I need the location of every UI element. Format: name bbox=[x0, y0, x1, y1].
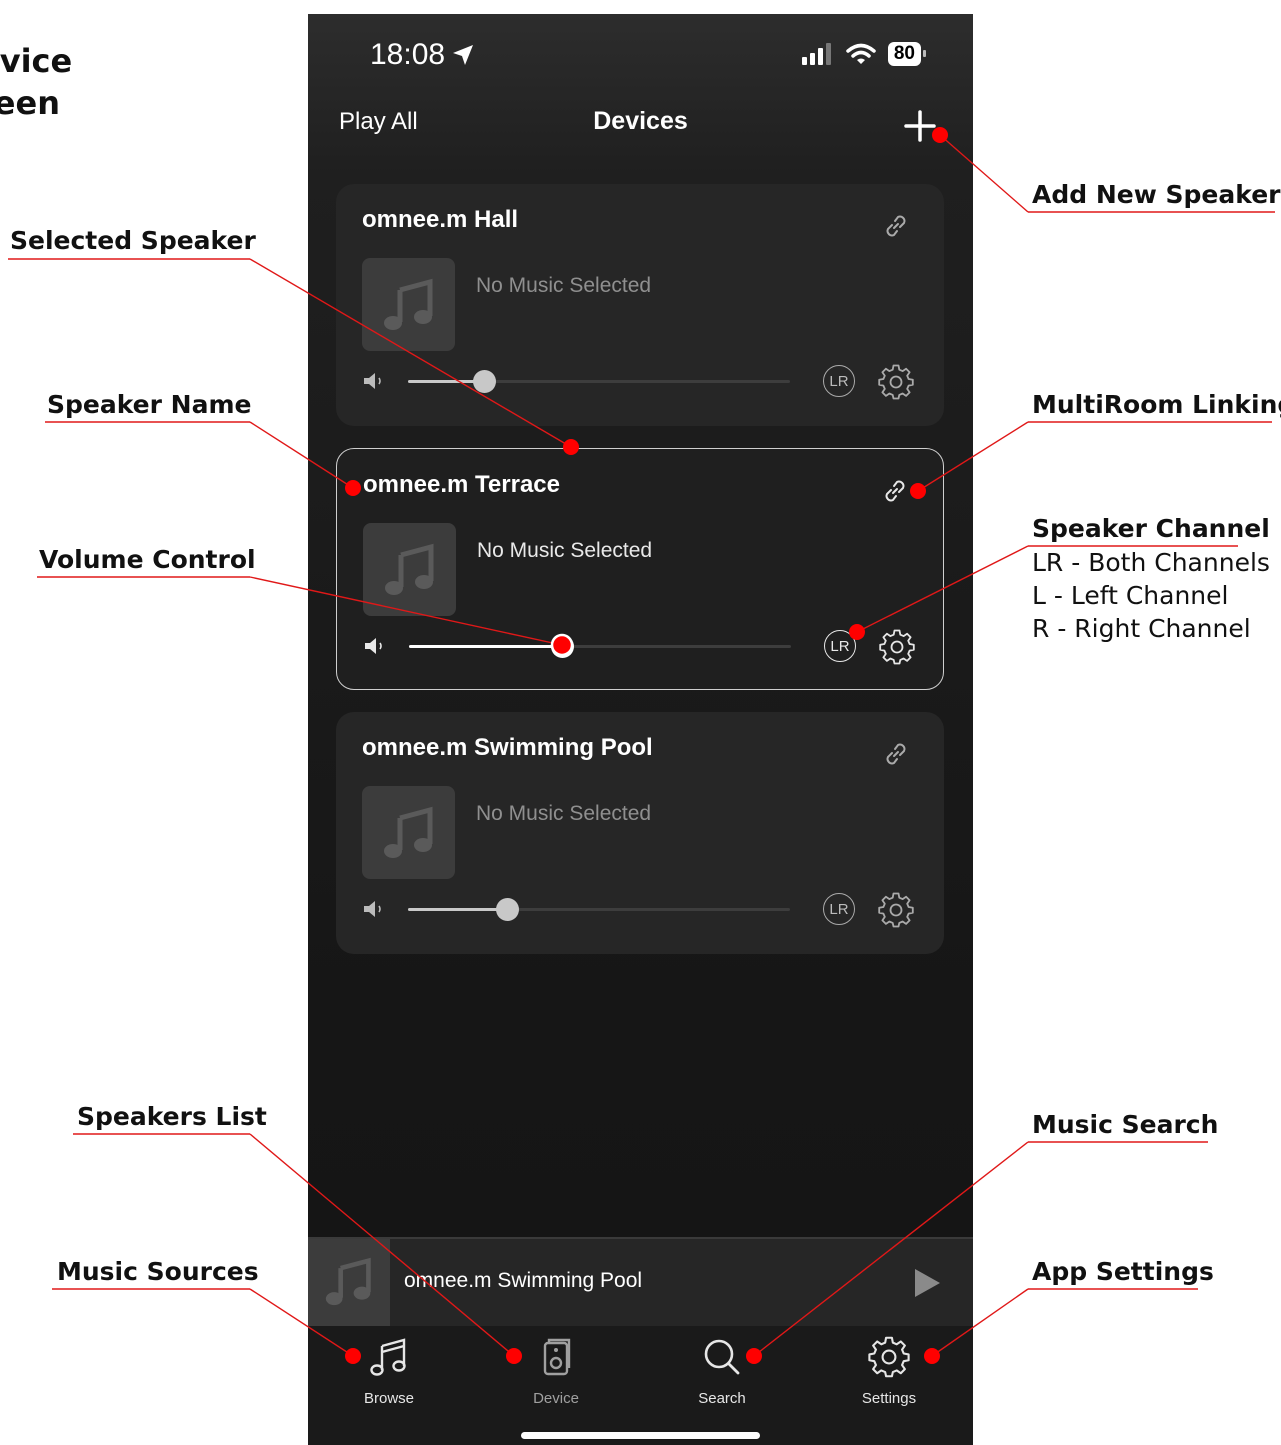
location-arrow-icon bbox=[453, 45, 474, 65]
add-speaker-icon[interactable] bbox=[900, 106, 940, 146]
volume-knob[interactable] bbox=[473, 370, 497, 393]
page-title-line-1: evice bbox=[0, 42, 73, 80]
page-title: evice reen bbox=[0, 40, 72, 124]
speaker-icon bbox=[543, 1338, 571, 1376]
tab-label: Device bbox=[533, 1390, 579, 1407]
channel-button[interactable]: LR bbox=[824, 630, 856, 662]
speaker-settings-icon[interactable] bbox=[879, 629, 915, 665]
volume-slider[interactable] bbox=[408, 898, 790, 921]
volume-slider[interactable] bbox=[409, 635, 791, 658]
volume-speaker-icon bbox=[364, 901, 381, 917]
now-playing-text: No Music Selected bbox=[477, 539, 653, 562]
annotation-music-search: Music Search bbox=[1032, 1110, 1219, 1139]
home-indicator bbox=[521, 1432, 760, 1439]
album-art bbox=[362, 258, 455, 351]
nav-title: Devices bbox=[593, 107, 688, 135]
speaker-name: omnee.m Terrace bbox=[363, 471, 560, 498]
mini-player-art bbox=[308, 1239, 390, 1326]
tab-label: Browse bbox=[363, 1390, 415, 1407]
link-icon[interactable] bbox=[879, 475, 911, 507]
music-note-icon bbox=[384, 278, 433, 330]
speaker-name: omnee.m Swimming Pool bbox=[362, 734, 653, 761]
page-title-line-2: reen bbox=[0, 84, 60, 122]
annotation-multiroom-linking: MultiRoom Linking bbox=[1032, 390, 1281, 419]
annotation-speaker-channel: Speaker Channel bbox=[1032, 514, 1270, 543]
link-icon[interactable] bbox=[880, 738, 912, 770]
annotation-add-new-speaker: Add New Speaker bbox=[1032, 180, 1281, 209]
tab-search[interactable]: Search bbox=[647, 1336, 797, 1407]
device-card-terrace[interactable]: omnee.m Terrace No Music Selected LR bbox=[336, 448, 944, 690]
now-playing-text: No Music Selected bbox=[476, 274, 652, 297]
annotation-selected-speaker: Selected Speaker bbox=[10, 226, 256, 255]
annotation-speaker-name: Speaker Name bbox=[47, 390, 252, 419]
volume-slider[interactable] bbox=[408, 370, 790, 393]
annotation-channel-lr: LR - Both Channels bbox=[1032, 548, 1270, 577]
now-playing-text: No Music Selected bbox=[476, 802, 652, 825]
speaker-settings-icon[interactable] bbox=[878, 364, 914, 400]
status-icons: 80 bbox=[801, 42, 927, 66]
volume-knob[interactable] bbox=[550, 635, 574, 658]
speaker-name: omnee.m Hall bbox=[362, 206, 519, 233]
music-note-icon bbox=[370, 1338, 406, 1376]
annotation-channel-l: L - Left Channel bbox=[1032, 581, 1229, 610]
album-art bbox=[363, 523, 456, 616]
annotation-volume-control: Volume Control bbox=[39, 545, 256, 574]
music-note-icon bbox=[385, 543, 434, 595]
status-time: 18:08 bbox=[370, 38, 475, 72]
music-note-icon bbox=[325, 1257, 371, 1306]
tab-device[interactable]: Device bbox=[481, 1336, 631, 1407]
device-card-hall[interactable]: omnee.m Hall No Music Selected LR bbox=[336, 184, 944, 426]
tab-label: Search bbox=[698, 1390, 746, 1407]
annotation-app-settings: App Settings bbox=[1032, 1257, 1214, 1286]
signal-icon bbox=[801, 43, 831, 65]
speaker-settings-icon[interactable] bbox=[878, 892, 914, 928]
annotation-music-sources: Music Sources bbox=[57, 1257, 259, 1286]
phone-screen: 18:08 80 Play All Devices omnee.m Hall N… bbox=[308, 14, 973, 1445]
volume-fill bbox=[409, 645, 562, 648]
tab-settings[interactable]: Settings bbox=[814, 1336, 964, 1407]
tab-bar: Browse Device Search Settings bbox=[308, 1326, 973, 1445]
battery-indicator: 80 bbox=[887, 42, 927, 66]
status-time-text: 18:08 bbox=[370, 38, 446, 71]
mini-player-title: omnee.m Swimming Pool bbox=[404, 1269, 643, 1292]
tab-label: Settings bbox=[861, 1390, 917, 1407]
volume-speaker-icon bbox=[365, 638, 382, 654]
volume-fill bbox=[408, 908, 508, 911]
volume-speaker-icon bbox=[364, 373, 381, 389]
mini-player[interactable]: omnee.m Swimming Pool bbox=[308, 1237, 973, 1326]
gear-icon bbox=[868, 1336, 910, 1378]
annotation-speakers-list: Speakers List bbox=[77, 1102, 267, 1131]
play-icon[interactable] bbox=[912, 1267, 942, 1299]
wifi-icon bbox=[846, 43, 876, 64]
album-art bbox=[362, 786, 455, 879]
tab-browse[interactable]: Browse bbox=[314, 1336, 464, 1407]
device-card-swimming-pool[interactable]: omnee.m Swimming Pool No Music Selected … bbox=[336, 712, 944, 954]
link-icon[interactable] bbox=[880, 210, 912, 242]
music-note-icon bbox=[384, 806, 433, 858]
channel-button[interactable]: LR bbox=[823, 893, 855, 925]
volume-knob[interactable] bbox=[496, 898, 520, 921]
annotation-channel-r: R - Right Channel bbox=[1032, 614, 1251, 643]
channel-button[interactable]: LR bbox=[823, 365, 855, 397]
search-icon bbox=[704, 1339, 740, 1375]
